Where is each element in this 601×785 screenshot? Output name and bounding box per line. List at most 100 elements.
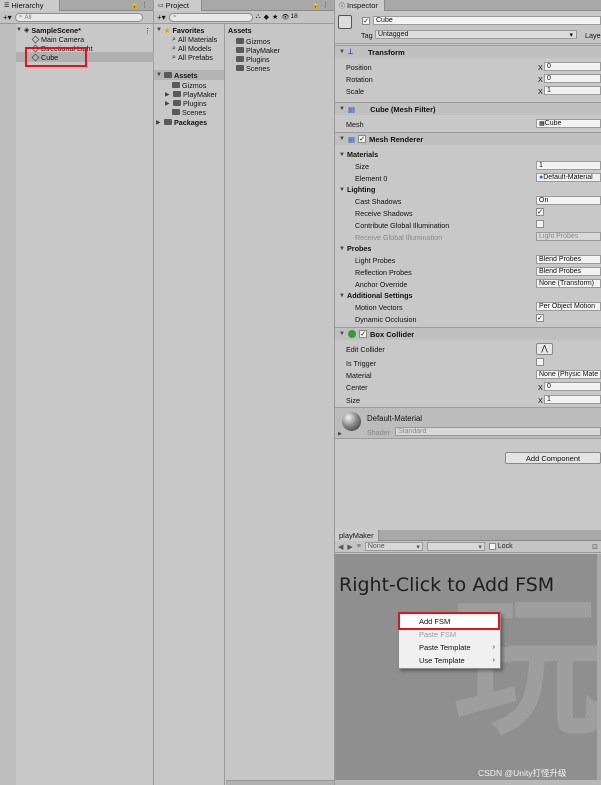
tab-hierarchy[interactable]: ☰ Hierarchy [0, 0, 60, 11]
menu-item-paste-template[interactable]: Paste Template › [399, 641, 500, 654]
favorite-all-prefabs[interactable]: ⌕ All Prefabs [172, 52, 213, 62]
mesh-renderer-header[interactable]: ▼ ▦ ✓ Mesh Renderer [335, 132, 601, 145]
graph-scrollbar[interactable] [597, 554, 601, 780]
anchor-override-field[interactable]: None (Transform) [536, 279, 601, 288]
lock-label: Lock [497, 543, 513, 550]
tab-playmaker[interactable]: playMaker [335, 530, 379, 541]
expand-triangle-icon[interactable]: ▼ [339, 246, 345, 252]
scene-menu-icon[interactable]: ⋮ [144, 26, 151, 35]
contribute-gi-checkbox[interactable] [536, 220, 544, 228]
materials-size-value: 1 [539, 162, 543, 169]
collapse-triangle-icon[interactable]: ▶ [165, 100, 171, 107]
material-name: Default-Material [367, 414, 423, 423]
playmaker-settings-icon[interactable]: ⊡ [592, 543, 598, 551]
size-x-field[interactable]: 1 [544, 395, 601, 404]
light-probes-value: Blend Probes [539, 256, 582, 263]
mesh-field[interactable]: ▦ Cube [536, 119, 601, 128]
rotation-x-field[interactable]: 0 [544, 74, 601, 83]
expand-triangle-icon[interactable]: ▼ [339, 106, 345, 112]
center-x-field[interactable]: 0 [544, 382, 601, 391]
expand-triangle-icon[interactable]: ▼ [156, 27, 162, 33]
tab-project[interactable]: ▭ Project [154, 0, 202, 11]
state-select-dropdown[interactable]: ▾ [426, 542, 485, 551]
search-placeholder: All [24, 13, 32, 21]
browser-folder-scenes[interactable]: Scenes [236, 63, 270, 73]
add-component-button[interactable]: Add Component [505, 452, 601, 464]
material-foldout-icon[interactable]: ▶ [338, 431, 342, 437]
collapse-triangle-icon[interactable]: ▶ [165, 91, 171, 98]
packages-label: Packages [174, 117, 208, 127]
lock-checkbox[interactable]: Lock [488, 543, 513, 550]
materials-size-field[interactable]: 1 [536, 161, 601, 170]
add-object-button[interactable]: +▾ [3, 13, 12, 22]
hierarchy-tab-actions[interactable]: 🔓⋮ [130, 1, 150, 9]
element0-field[interactable]: ● Default-Material [536, 173, 601, 182]
packages-header[interactable]: ▶ Packages [156, 117, 207, 127]
object-name-field[interactable]: Cube [373, 16, 601, 25]
project-tab-actions[interactable]: 🔓⋮ [311, 1, 331, 9]
edit-collider-icon: ⋀ [541, 344, 548, 353]
reflection-probes-dropdown[interactable]: Blend Probes [536, 267, 601, 276]
object-header: ✓ Cube Tag Untagged ▾ Layer [335, 12, 601, 44]
back-arrow-icon[interactable]: ◀ [338, 543, 343, 551]
favorite-star-icon[interactable]: ★ [272, 13, 278, 21]
project-search-input[interactable]: ⌕ [168, 12, 253, 22]
scale-x-field[interactable]: 1 [544, 86, 601, 95]
collider-material-label: Material [346, 371, 372, 380]
collider-material-field[interactable]: None (Physic Mate [536, 370, 601, 379]
is-trigger-checkbox[interactable] [536, 358, 544, 366]
hierarchy-search-input[interactable]: ⌕ All [14, 12, 143, 22]
expand-triangle-icon[interactable]: ▼ [339, 152, 345, 158]
forward-arrow-icon[interactable]: ▶ [347, 543, 352, 551]
tree-folder-scenes[interactable]: Scenes [172, 107, 206, 117]
menu-icon[interactable]: ⋮ [141, 2, 150, 9]
expand-triangle-icon[interactable]: ▼ [339, 331, 345, 337]
expand-triangle-icon[interactable]: ▼ [16, 27, 22, 33]
project-tabbar: ▭ Project 🔓⋮ [154, 0, 334, 11]
menu-item-use-template[interactable]: Use Template › [399, 654, 500, 667]
dynamic-occlusion-checkbox[interactable]: ✓ [536, 314, 544, 322]
expand-triangle-icon[interactable]: ▼ [339, 136, 345, 142]
menu-icon[interactable]: ⋮ [322, 2, 331, 9]
fsm-select-dropdown[interactable]: None ▾ [364, 542, 423, 551]
tab-inspector[interactable]: ⓘ Inspector [335, 0, 385, 11]
box-collider-enabled-checkbox[interactable]: ✓ [359, 330, 367, 338]
lighting-header[interactable]: ▼ Lighting [339, 185, 375, 194]
material-preview[interactable]: Default-Material Shader Standard ▶ [335, 407, 601, 439]
fsm-list-icon[interactable]: ≡ [357, 543, 361, 550]
edit-collider-button[interactable]: ⋀ [536, 343, 553, 355]
create-asset-button[interactable]: +▾ [157, 13, 166, 22]
probes-header[interactable]: ▼ Probes [339, 244, 371, 253]
mesh-filter-header[interactable]: ▼ ▦ Cube (Mesh Filter) [335, 102, 601, 115]
axis-x-label: X [538, 63, 543, 72]
axis-x-label: X [538, 75, 543, 84]
browser-size-slider[interactable] [226, 780, 334, 785]
expand-triangle-icon[interactable]: ▼ [156, 72, 162, 78]
cast-shadows-dropdown[interactable]: On [536, 196, 601, 205]
lock-check-icon[interactable] [488, 543, 496, 550]
transform-header[interactable]: ▼ ⟂ Transform [335, 45, 601, 58]
dynamic-occlusion-label: Dynamic Occlusion [355, 315, 417, 324]
motion-vectors-dropdown[interactable]: Per Object Motion [536, 302, 601, 311]
hidden-packages-icon[interactable]: 👁 18 [281, 13, 298, 21]
lock-icon[interactable]: 🔓 [311, 2, 322, 9]
expand-triangle-icon[interactable]: ▼ [339, 293, 345, 299]
mesh-renderer-enabled-checkbox[interactable]: ✓ [358, 135, 367, 143]
tag-dropdown[interactable]: Untagged ▾ [375, 30, 577, 39]
filter-label-icon[interactable]: ◆ [264, 13, 269, 21]
filter-type-icon[interactable]: ⛬ [256, 13, 261, 21]
light-probes-dropdown[interactable]: Blend Probes [536, 255, 601, 264]
additional-settings-header[interactable]: ▼ Additional Settings [339, 291, 412, 300]
lock-icon[interactable]: 🔓 [130, 2, 141, 9]
expand-triangle-icon[interactable]: ▼ [339, 187, 345, 193]
object-active-checkbox[interactable]: ✓ [362, 17, 370, 25]
collapse-triangle-icon[interactable]: ▶ [156, 119, 162, 126]
scale-label: Scale [346, 87, 364, 96]
expand-triangle-icon[interactable]: ▼ [339, 49, 345, 55]
materials-header[interactable]: ▼ Materials [339, 150, 378, 159]
position-x-field[interactable]: 0 [544, 62, 601, 71]
shader-dropdown[interactable]: Standard [395, 427, 601, 436]
box-collider-header[interactable]: ▼ ✓ Box Collider [335, 327, 601, 340]
assets-header[interactable]: ▼ Assets [154, 70, 224, 80]
receive-shadows-checkbox[interactable]: ✓ [536, 208, 544, 216]
